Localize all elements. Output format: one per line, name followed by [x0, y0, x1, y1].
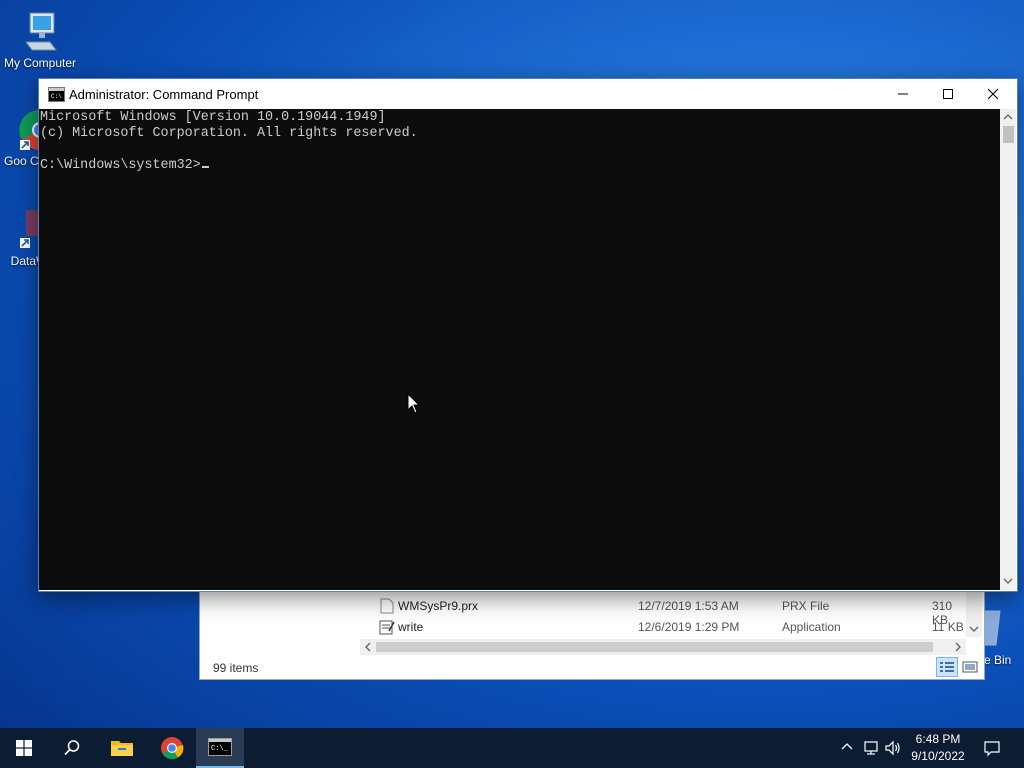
desktop-icon-my-computer[interactable]: My Computer: [0, 10, 80, 70]
title-bar[interactable]: C:\ Administrator: Command Prompt: [39, 79, 1017, 109]
file-date: 12/7/2019 1:53 AM: [638, 599, 739, 613]
svg-text:C:\_: C:\_: [211, 745, 229, 753]
file-explorer-icon: [111, 741, 133, 756]
volume-icon[interactable]: [884, 740, 902, 756]
file-icon: [380, 598, 394, 614]
chrome-icon: [19, 109, 40, 150]
console-line: (c) Microsoft Corporation. All rights re…: [40, 126, 418, 141]
close-icon: [987, 88, 999, 100]
search-icon: [64, 740, 80, 756]
scrollbar-thumb[interactable]: [1003, 126, 1014, 143]
minimize-icon: [898, 93, 908, 95]
status-item-count: 99 items: [213, 661, 259, 675]
chrome-icon: [161, 737, 184, 760]
minimize-button[interactable]: [880, 79, 926, 109]
file-explorer-window[interactable]: WMSysPr9.prx 12/7/2019 1:53 AM PRX File …: [199, 588, 985, 680]
taskbar-command-prompt[interactable]: C:\_: [196, 728, 244, 768]
start-button[interactable]: [0, 728, 48, 768]
chevron-up-icon[interactable]: [1000, 109, 1016, 125]
console-output[interactable]: Microsoft Windows [Version 10.0.19044.19…: [39, 109, 1000, 590]
clock-time: 6:48 PM: [915, 732, 961, 746]
large-icons-view-icon: [962, 661, 978, 673]
file-size: 11 KB: [932, 620, 964, 634]
command-prompt-icon: C:\_: [208, 738, 232, 756]
console-line: Microsoft Windows [Version 10.0.19044.19…: [40, 110, 386, 125]
file-type: PRX File: [782, 599, 830, 613]
chevron-up-icon[interactable]: [840, 740, 854, 754]
computer-icon: [25, 12, 57, 51]
mouse-pointer-icon: [407, 393, 421, 414]
file-date: 12/6/2019 1:29 PM: [638, 620, 740, 634]
chevron-left-icon[interactable]: [360, 639, 376, 655]
taskbar-clock[interactable]: 6:48 PM 9/10/2022: [902, 731, 974, 765]
details-view-button[interactable]: [936, 657, 958, 677]
taskbar: C:\_ 6:48 PM 9/10/2022: [0, 728, 1024, 768]
write-app-icon: [379, 620, 395, 635]
maximize-button[interactable]: [925, 79, 971, 109]
details-view-icon: [940, 662, 954, 672]
command-prompt-window[interactable]: C:\ Administrator: Command Prompt Micros…: [38, 78, 1018, 592]
file-name: write: [398, 620, 424, 634]
text-cursor: [201, 166, 209, 168]
file-type: Application: [782, 620, 841, 634]
large-icons-view-button[interactable]: [959, 657, 981, 677]
notifications-button[interactable]: [968, 728, 1016, 768]
horizontal-scrollbar[interactable]: [360, 639, 966, 655]
scrollbar-thumb[interactable]: [376, 642, 933, 652]
network-icon[interactable]: [862, 740, 880, 756]
console-prompt: C:\Windows\system32>: [40, 158, 201, 173]
start-icon: [16, 740, 32, 756]
vertical-scrollbar[interactable]: [1000, 109, 1016, 590]
recycle-bin-label: e Bin: [984, 653, 1012, 667]
close-button[interactable]: [970, 79, 1016, 109]
maximize-icon: [943, 89, 953, 99]
window-title: Administrator: Command Prompt: [69, 87, 259, 102]
desktop-icon-label: My Computer: [3, 56, 77, 70]
chevron-down-icon[interactable]: [1000, 573, 1016, 589]
chevron-right-icon[interactable]: [950, 639, 966, 655]
list-item[interactable]: write 12/6/2019 1:29 PM Application 11 K…: [378, 617, 968, 637]
console-prompt-line[interactable]: C:\Windows\system32>: [40, 158, 209, 174]
chevron-down-icon: [969, 626, 979, 632]
vertical-scrollbar[interactable]: [966, 589, 982, 637]
svg-text:C:\: C:\: [51, 93, 62, 100]
clock-date: 9/10/2022: [911, 749, 965, 763]
taskbar-chrome[interactable]: [148, 728, 196, 768]
search-button[interactable]: [48, 728, 96, 768]
taskbar-file-explorer[interactable]: [98, 728, 146, 768]
command-prompt-icon: C:\: [48, 87, 65, 102]
notification-icon: [984, 741, 1000, 757]
datawrapper-icon: [20, 210, 40, 248]
list-item[interactable]: WMSysPr9.prx 12/7/2019 1:53 AM PRX File …: [378, 596, 968, 627]
file-name: WMSysPr9.prx: [398, 599, 479, 613]
